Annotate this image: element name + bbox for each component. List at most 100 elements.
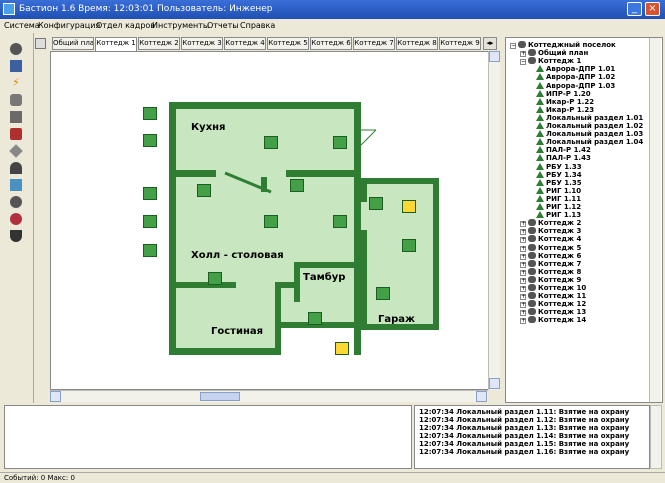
chip-icon[interactable] (9, 144, 23, 158)
tree-node[interactable]: Икар-Р 1.22 (536, 97, 594, 106)
expand-icon[interactable]: + (520, 245, 526, 252)
expand-icon[interactable]: + (520, 318, 526, 325)
expand-icon[interactable]: + (520, 229, 526, 236)
collapse-icon[interactable]: − (510, 43, 516, 49)
sensor-icon[interactable] (376, 287, 390, 300)
expand-icon[interactable]: + (520, 302, 526, 309)
tree-node[interactable]: ПАЛ-Р 1.43 (536, 154, 591, 162)
tree-node[interactable]: + Коттедж 13 (520, 308, 586, 317)
expand-icon[interactable]: + (520, 237, 526, 244)
sensor-icon[interactable] (197, 184, 211, 197)
menu-configuration[interactable]: Конфигурация (38, 21, 100, 30)
sensor-alarm-icon[interactable] (402, 200, 416, 213)
expand-icon[interactable]: + (520, 51, 526, 58)
tree-node[interactable]: Аврора-ДПР 1.02 (536, 73, 615, 81)
tab-cottage-7[interactable]: Коттедж 7 (353, 37, 395, 50)
sensor-icon[interactable] (290, 179, 304, 192)
tab-general-plan[interactable]: Общий план (52, 37, 94, 50)
tree-node[interactable]: Локальный раздел 1.04 (536, 138, 643, 146)
plan-canvas[interactable]: Кухня Холл - столовая Тамбур Гостиная Га… (50, 51, 500, 390)
tree-node[interactable]: + Коттедж 8 (520, 267, 581, 276)
tree-node[interactable]: + Коттедж 4 (520, 235, 581, 244)
expand-icon[interactable]: + (520, 253, 526, 260)
log-entry[interactable]: 12:07:34 Локальный раздел 1.12: Взятие н… (419, 416, 629, 424)
tree-node[interactable]: + Общий план (520, 49, 588, 58)
tab-cottage-4[interactable]: Коттедж 4 (224, 37, 266, 50)
tab-scroll-arrows-icon[interactable]: ◂▸ (483, 37, 497, 50)
menu-tools[interactable]: Инструменты (152, 21, 209, 30)
eye-icon[interactable] (10, 179, 22, 191)
tree-node[interactable]: РБУ 1.35 (536, 178, 582, 187)
camera-icon[interactable] (10, 43, 22, 55)
sensor-icon[interactable] (402, 239, 416, 252)
log-entry[interactable]: 12:07:34 Локальный раздел 1.13: Взятие н… (419, 424, 629, 432)
scroll-thumb[interactable] (200, 392, 240, 401)
sensor-icon[interactable] (143, 107, 157, 120)
sensor-icon[interactable] (333, 136, 347, 149)
tree-node[interactable]: ПАЛ-Р 1.42 (536, 146, 591, 154)
sensor-icon[interactable] (264, 136, 278, 149)
expand-icon[interactable]: + (520, 286, 526, 292)
expand-icon[interactable]: + (520, 294, 526, 301)
tab-cottage-6[interactable]: Коттедж 6 (310, 37, 352, 50)
tree-node[interactable]: + Коттедж 14 (520, 316, 586, 325)
tree-node[interactable]: + Коттедж 2 (520, 219, 581, 228)
tree-node[interactable]: + Коттедж 3 (520, 227, 581, 236)
expand-icon[interactable]: + (520, 221, 526, 228)
scroll-left-icon[interactable] (50, 391, 61, 402)
expand-icon[interactable]: + (520, 269, 526, 276)
key-icon[interactable] (10, 162, 22, 174)
tree-node[interactable]: + Коттедж 9 (520, 275, 581, 284)
menu-hr[interactable]: Отдел кадров (96, 21, 155, 30)
tree-node[interactable]: РИГ 1.10 (536, 186, 581, 195)
tree-node[interactable]: Аврора-ДПР 1.03 (536, 81, 615, 90)
close-button[interactable]: × (645, 2, 660, 16)
sensor-icon[interactable] (208, 272, 222, 285)
gear-icon[interactable] (10, 196, 22, 208)
plan-vertical-scrollbar[interactable] (488, 51, 500, 390)
menu-reports[interactable]: Отчеты (207, 21, 239, 30)
sensor-icon[interactable] (333, 215, 347, 228)
expand-icon[interactable]: + (520, 310, 526, 317)
sensor-icon[interactable] (369, 197, 383, 210)
tab-cottage-8[interactable]: Коттедж 8 (396, 37, 438, 50)
tab-cottage-2[interactable]: Коттедж 2 (138, 37, 180, 50)
tree-node[interactable]: Локальный раздел 1.03 (536, 130, 643, 138)
sensor-icon[interactable] (264, 215, 278, 228)
sensor-icon[interactable] (308, 312, 322, 325)
sensor-icon[interactable] (143, 134, 157, 147)
tree-node[interactable]: + Коттедж 5 (520, 243, 581, 252)
expand-icon[interactable]: + (520, 261, 526, 268)
scroll-up-icon[interactable] (489, 51, 500, 62)
sensor-icon[interactable] (143, 187, 157, 200)
log-entry[interactable]: 12:07:34 Локальный раздел 1.15: Взятие н… (419, 440, 629, 448)
tree-node[interactable]: Локальный раздел 1.02 (536, 122, 643, 130)
scroll-right-icon[interactable] (476, 391, 487, 402)
tree-node[interactable]: РИГ 1.11 (536, 194, 581, 203)
log-entry[interactable]: 12:07:34 Локальный раздел 1.14: Взятие н… (419, 432, 629, 440)
log-entry[interactable]: 12:07:34 Локальный раздел 1.11: Взятие н… (419, 408, 629, 416)
tab-cottage-5[interactable]: Коттедж 5 (267, 37, 309, 50)
tree-vertical-scrollbar[interactable] (649, 38, 661, 402)
collapse-icon[interactable]: − (520, 59, 526, 66)
tree-node[interactable]: ИПР-Р 1.20 (536, 89, 591, 98)
sensor-alarm-icon[interactable] (335, 342, 349, 355)
plan-icon[interactable] (10, 60, 22, 72)
expand-icon[interactable]: + (520, 277, 526, 284)
tree-node[interactable]: Икар-Р 1.23 (536, 105, 594, 114)
tab-cottage-1[interactable]: Коттедж 1 (95, 37, 137, 51)
tree-node[interactable]: РИГ 1.13 (536, 211, 581, 219)
tab-cottage-3[interactable]: Коттедж 3 (181, 37, 223, 50)
minimize-button[interactable]: _ (627, 2, 642, 16)
sensor-icon[interactable] (143, 244, 157, 257)
tree-node[interactable]: + Коттедж 12 (520, 300, 586, 309)
lock-icon[interactable] (10, 94, 22, 106)
tree-node[interactable]: − Коттедж 1 (520, 57, 581, 66)
tree-node[interactable]: РБУ 1.33 (536, 162, 582, 171)
sensor-icon[interactable] (143, 215, 157, 228)
log-vertical-scrollbar[interactable] (650, 405, 662, 469)
tree-node[interactable]: + Коттедж 11 (520, 292, 586, 301)
tree-node[interactable]: РБУ 1.34 (536, 170, 582, 179)
report-icon[interactable] (10, 230, 22, 242)
log-entry[interactable]: 12:07:34 Локальный раздел 1.16: Взятие н… (419, 448, 629, 456)
